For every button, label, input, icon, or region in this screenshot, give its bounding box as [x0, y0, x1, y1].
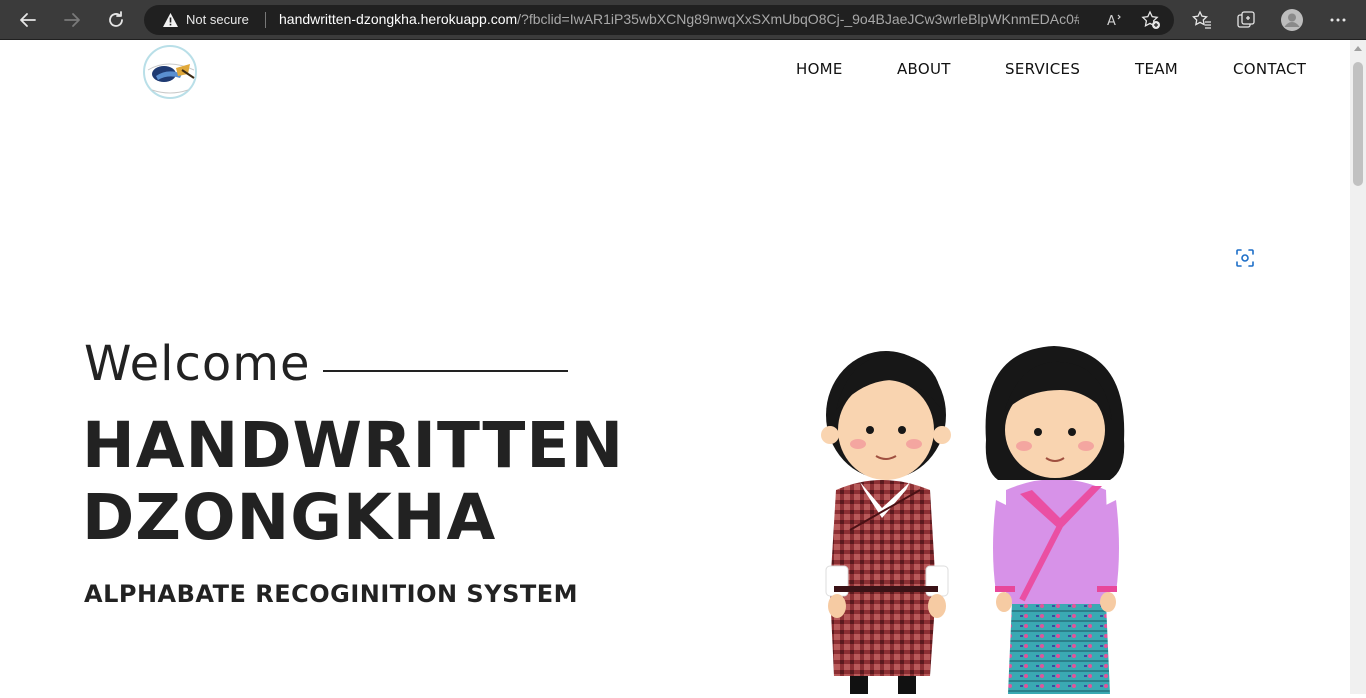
address-bar[interactable]: Not secure handwritten-dzongkha.herokuap… — [144, 5, 1174, 35]
welcome-heading: Welcome — [84, 336, 311, 392]
scroll-up-arrow-icon[interactable] — [1354, 46, 1362, 51]
address-divider — [265, 12, 266, 28]
warning-icon[interactable] — [162, 12, 179, 32]
scroll-thumb[interactable] — [1353, 62, 1363, 186]
url-path: /?fbclid=IwAR1iP35wbXCNg89nwqXxSXmUbqO8C… — [517, 11, 1079, 27]
collections-icon[interactable] — [1234, 8, 1258, 32]
bhutanese-children-illustration — [810, 340, 1140, 694]
nav-contact-link[interactable]: CONTACT — [1233, 60, 1306, 78]
read-aloud-icon[interactable]: A — [1106, 11, 1126, 33]
hero-subtitle: ALPHABATE RECOGINITION SYSTEM — [84, 580, 579, 608]
profile-icon[interactable] — [1280, 8, 1304, 32]
svg-text:A: A — [1107, 14, 1116, 29]
nav-team-link[interactable]: TEAM — [1135, 60, 1178, 78]
browser-toolbar: Not secure handwritten-dzongkha.herokuap… — [0, 0, 1366, 40]
welcome-underline — [323, 370, 568, 372]
visual-search-icon[interactable] — [1236, 249, 1254, 267]
url-host: handwritten-dzongkha.herokuapp.com — [279, 11, 518, 27]
forward-arrow-icon[interactable] — [58, 6, 86, 34]
nav-services-link[interactable]: SERVICES — [1005, 60, 1080, 78]
more-icon[interactable] — [1326, 8, 1350, 32]
page-scrollbar[interactable] — [1350, 40, 1366, 694]
site-logo[interactable] — [138, 40, 202, 104]
url-text[interactable]: handwritten-dzongkha.herokuapp.com/?fbcl… — [279, 11, 1079, 27]
add-favorite-icon[interactable] — [1141, 10, 1161, 34]
hero-title-line1: HANDWRITTEN — [82, 409, 625, 482]
favorites-icon[interactable] — [1190, 8, 1214, 32]
back-arrow-icon[interactable] — [14, 6, 42, 34]
nav-home-link[interactable]: HOME — [796, 60, 843, 78]
hero-title-line2: DZONGKHA — [82, 481, 497, 554]
security-label[interactable]: Not secure — [186, 12, 249, 27]
nav-about-link[interactable]: ABOUT — [897, 60, 951, 78]
refresh-icon[interactable] — [102, 6, 130, 34]
